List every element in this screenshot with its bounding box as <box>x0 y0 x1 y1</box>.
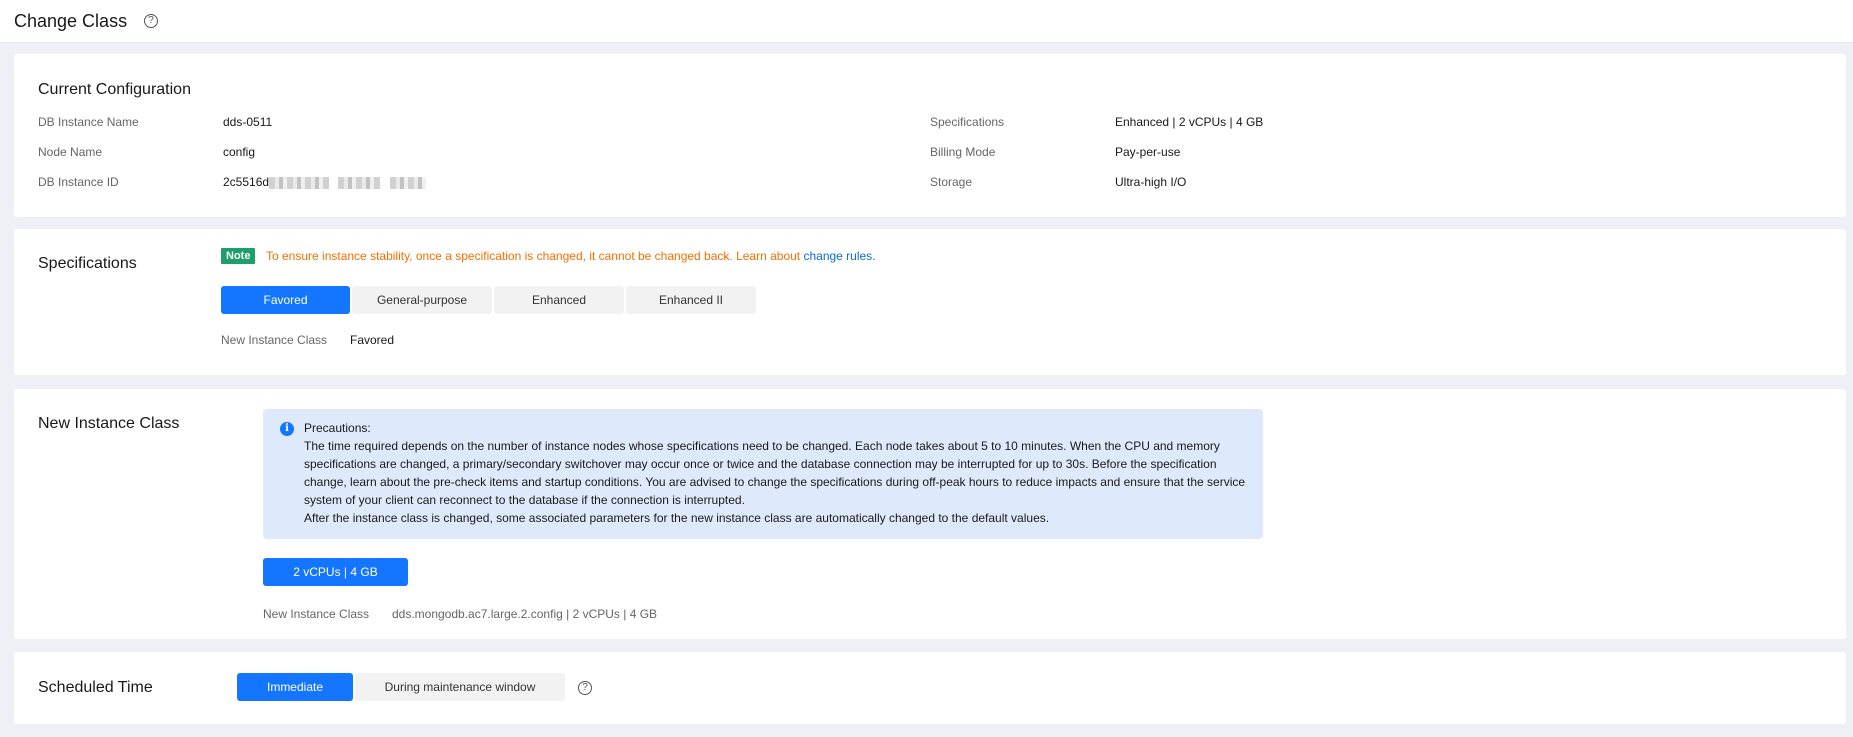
redacted-id-block <box>389 176 426 189</box>
redacted-id-block <box>338 176 381 189</box>
page-title: Change Class <box>14 10 128 31</box>
new-instance-class-title: New Instance Class <box>38 415 180 432</box>
instance-class-option-button[interactable]: 2 vCPUs | 4 GB <box>263 558 408 586</box>
note-end: . <box>872 249 876 263</box>
precautions-box: i Precautions: The time required depends… <box>263 409 1263 539</box>
precautions-line: change, learn about the pre-check items … <box>304 475 1246 489</box>
redacted-id-block <box>269 176 330 189</box>
maintenance-window-option[interactable]: During maintenance window <box>355 673 565 701</box>
tab-favored[interactable]: Favored <box>221 286 350 314</box>
note-text: To ensure instance stability, once a spe… <box>266 249 876 263</box>
precautions-line: specifications are changed, a primary/se… <box>304 457 1217 471</box>
current-configuration-title: Current Configuration <box>38 81 191 98</box>
current-configuration-card: Current Configuration DB Instance Name d… <box>14 54 1846 217</box>
info-icon: i <box>280 422 294 436</box>
db-instance-id-text: 2c5516d <box>223 175 270 189</box>
page-header: Change Class ? <box>0 0 1853 43</box>
db-instance-id-label: DB Instance ID <box>38 175 119 189</box>
tab-enhanced-ii[interactable]: Enhanced II <box>626 286 756 314</box>
tab-enhanced[interactable]: Enhanced <box>494 286 624 314</box>
scheduled-time-help-icon[interactable]: ? <box>578 681 592 695</box>
scheduled-time-card: Scheduled Time Immediate During maintena… <box>14 652 1846 724</box>
help-icon[interactable]: ? <box>144 14 159 28</box>
immediate-option[interactable]: Immediate <box>237 673 353 701</box>
change-rules-link[interactable]: change rules <box>803 249 872 263</box>
scheduled-time-title: Scheduled Time <box>38 679 153 696</box>
specifications-title: Specifications <box>38 255 137 272</box>
node-name-label: Node Name <box>38 145 103 159</box>
db-instance-name-label: DB Instance Name <box>38 115 139 129</box>
new-instance-class-value: Favored <box>350 333 395 347</box>
precautions-line: system of your client can reconnect to t… <box>304 493 745 507</box>
billing-mode-label: Billing Mode <box>930 145 996 159</box>
specifications-label: Specifications <box>930 115 1005 129</box>
tab-general-purpose[interactable]: General-purpose <box>352 286 492 314</box>
node-name-value: config <box>223 145 256 159</box>
new-instance-class-summary-label: New Instance Class <box>263 607 370 621</box>
note-tag: Note <box>221 248 256 264</box>
db-instance-name-value: dds-0511 <box>223 115 273 129</box>
new-instance-class-label: New Instance Class <box>221 333 328 347</box>
storage-value: Ultra-high I/O <box>1115 175 1187 189</box>
billing-mode-value: Pay-per-use <box>1115 145 1181 159</box>
specifications-value: Enhanced | 2 vCPUs | 4 GB <box>1115 115 1264 129</box>
precautions-line: After the instance class is changed, som… <box>304 511 1050 525</box>
storage-label: Storage <box>930 175 973 189</box>
new-instance-class-summary-value: dds.mongodb.ac7.large.2.config | 2 vCPUs… <box>392 607 658 621</box>
precautions-line: The time required depends on the number … <box>304 439 1220 453</box>
db-instance-id-value: 2c5516d <box>223 175 426 189</box>
new-instance-class-card: New Instance Class i Precautions: The ti… <box>14 389 1846 639</box>
precautions-title: Precautions: <box>304 421 371 435</box>
note-message: To ensure instance stability, once a spe… <box>266 249 804 263</box>
specifications-card: Specifications Note To ensure instance s… <box>14 229 1846 375</box>
